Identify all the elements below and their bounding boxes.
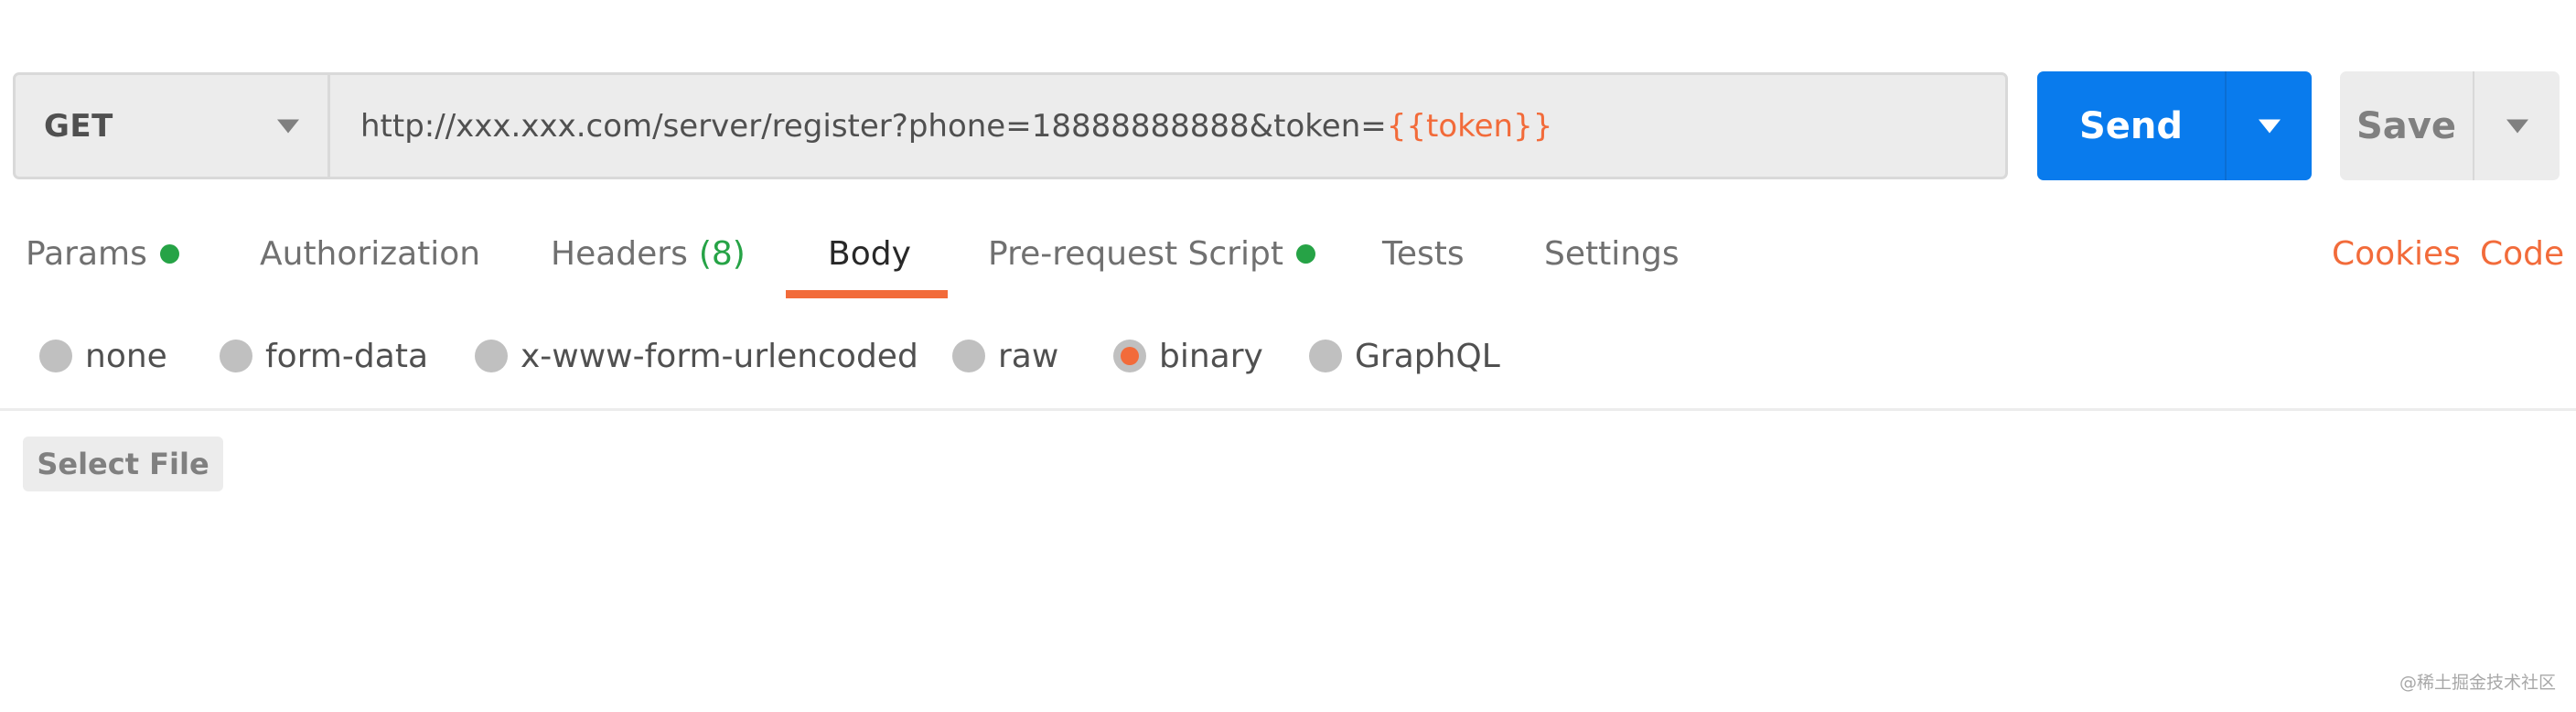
tab-tests[interactable]: Tests bbox=[1382, 227, 1465, 280]
url-input[interactable]: http://xxx.xxx.com/server/register?phone… bbox=[330, 75, 2005, 177]
tab-label: Settings bbox=[1544, 234, 1680, 273]
save-button[interactable]: Save bbox=[2340, 71, 2474, 180]
radio-label: form-data bbox=[265, 337, 429, 375]
tab-pre-request-script[interactable]: Pre-request Script bbox=[988, 227, 1315, 280]
url-text: http://xxx.xxx.com/server/register?phone… bbox=[360, 107, 1387, 145]
send-options-button[interactable] bbox=[2227, 71, 2312, 180]
headers-count-badge: (8) bbox=[698, 234, 746, 273]
radio-unchecked-icon bbox=[220, 340, 252, 372]
tab-label: Headers bbox=[551, 234, 688, 273]
radio-graphql[interactable]: GraphQL bbox=[1309, 335, 1500, 377]
radio-none[interactable]: none bbox=[39, 335, 167, 377]
status-dot-icon bbox=[159, 243, 179, 264]
tab-label: Authorization bbox=[260, 234, 481, 273]
tab-params[interactable]: Params bbox=[26, 227, 179, 280]
request-url-bar: GET http://xxx.xxx.com/server/register?p… bbox=[13, 72, 2008, 179]
tab-settings[interactable]: Settings bbox=[1544, 227, 1680, 280]
send-button[interactable]: Send bbox=[2037, 71, 2227, 180]
tab-label: Body bbox=[828, 234, 911, 273]
select-file-button[interactable]: Select File bbox=[23, 437, 223, 491]
body-type-radio-group: none form-data x-www-form-urlencoded raw… bbox=[0, 335, 2576, 377]
send-button-group: Send bbox=[2037, 71, 2312, 180]
radio-label: binary bbox=[1159, 337, 1263, 375]
tab-authorization[interactable]: Authorization bbox=[260, 227, 480, 280]
tab-headers[interactable]: Headers (8) bbox=[551, 227, 746, 280]
divider bbox=[0, 408, 2576, 411]
radio-unchecked-icon bbox=[39, 340, 72, 372]
watermark: @稀土掘金技术社区 bbox=[2399, 673, 2556, 693]
request-tabs: Params Authorization Headers (8) Body Pr… bbox=[0, 227, 2576, 300]
method-label: GET bbox=[44, 107, 113, 145]
code-link[interactable]: Code bbox=[2480, 227, 2564, 280]
chevron-down-icon bbox=[2258, 119, 2281, 133]
radio-form-data[interactable]: form-data bbox=[220, 335, 428, 377]
tab-label: Pre-request Script bbox=[988, 234, 1283, 273]
active-tab-indicator bbox=[786, 290, 948, 298]
status-dot-icon bbox=[1295, 243, 1315, 264]
tab-body[interactable]: Body bbox=[828, 227, 911, 280]
radio-label: none bbox=[85, 337, 167, 375]
radio-raw[interactable]: raw bbox=[952, 335, 1058, 377]
cookies-link[interactable]: Cookies bbox=[2332, 227, 2461, 280]
radio-label: raw bbox=[998, 337, 1059, 375]
radio-label: x-www-form-urlencoded bbox=[521, 337, 918, 375]
tab-label: Tests bbox=[1382, 234, 1465, 273]
save-button-group: Save bbox=[2340, 71, 2560, 180]
url-variable-token: {{token}} bbox=[1386, 107, 1553, 145]
radio-unchecked-icon bbox=[475, 340, 508, 372]
method-select[interactable]: GET bbox=[16, 75, 330, 177]
chevron-down-icon bbox=[277, 119, 299, 133]
radio-checked-icon bbox=[1113, 340, 1146, 372]
chevron-down-icon bbox=[2506, 119, 2528, 133]
radio-unchecked-icon bbox=[952, 340, 985, 372]
radio-x-www-form-urlencoded[interactable]: x-www-form-urlencoded bbox=[475, 335, 918, 377]
tab-label: Params bbox=[26, 234, 147, 273]
radio-unchecked-icon bbox=[1309, 340, 1342, 372]
save-options-button[interactable] bbox=[2474, 71, 2560, 180]
radio-binary[interactable]: binary bbox=[1113, 335, 1263, 377]
radio-label: GraphQL bbox=[1355, 337, 1500, 375]
